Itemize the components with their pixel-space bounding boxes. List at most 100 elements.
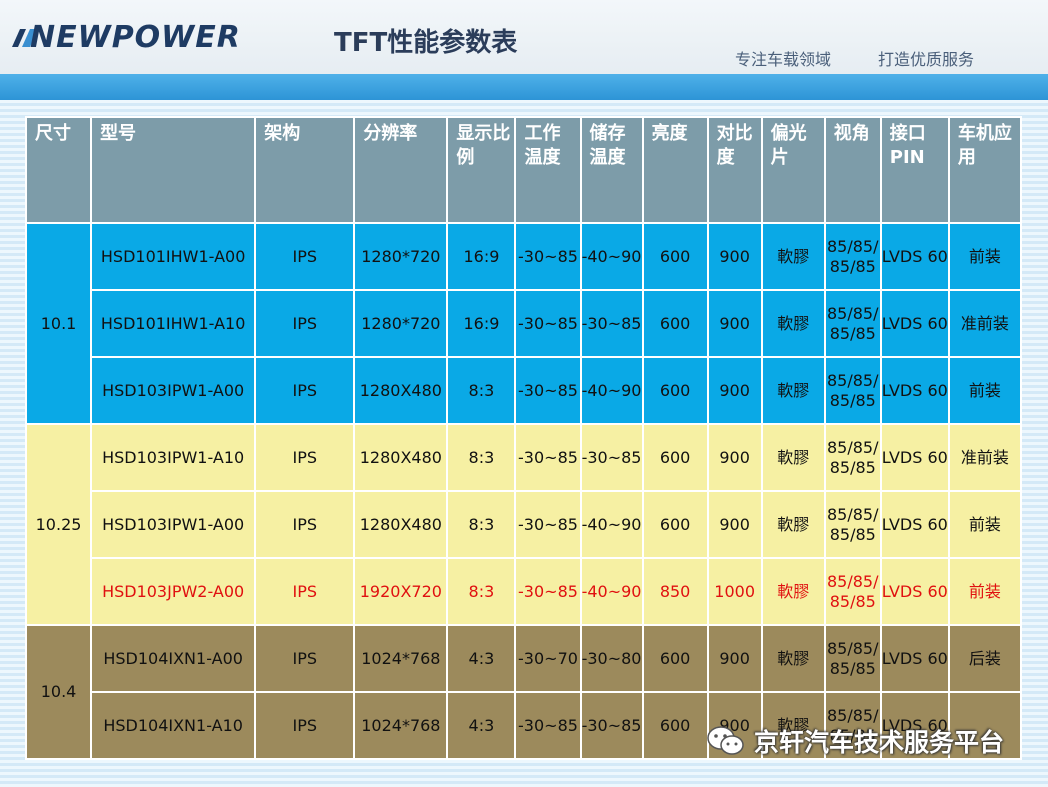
polarizer-cell: 軟膠 [760,557,826,626]
view-angle-cell: 85/85/ 85/85 [823,423,882,492]
application-cell: 前装 [947,490,1023,559]
resolution-cell: 1280*720 [353,222,449,291]
view-angle-cell: 85/85/ 85/85 [823,356,882,425]
header-band [0,74,1048,100]
interface-cell: LVDS 60 [879,490,950,559]
arch-cell: IPS [254,624,356,693]
work-temp-cell: -30~70 [514,624,582,693]
brightness-cell: 850 [641,557,709,626]
col-store-temp-header: 储存温度 [579,116,644,224]
view-angle-cell: 85/85/ 85/85 [823,490,882,559]
resolution-cell: 1280X480 [353,490,449,559]
arch-cell: IPS [254,356,356,425]
interface-cell: LVDS 60 [879,624,950,693]
brightness-cell: 600 [641,691,709,760]
header-bar: NEWPOWER TFT性能参数表 专注车载领域 打造优质服务 [0,0,1048,74]
resolution-cell: 1024*768 [353,624,449,693]
col-ratio-header: 显示比例 [446,116,517,224]
contrast-cell: 900 [706,356,763,425]
polarizer-cell: 軟膠 [760,423,826,492]
brand-logo: NEWPOWER [30,20,241,55]
arch-cell: IPS [254,490,356,559]
slogan-left: 专注车载领域 [735,50,832,69]
tft-spec-table: 尺寸 型号 架构 分辨率 显示比例 工作温度 储存温度 亮度 对比度 偏光片 视角 接口PIN 车机应用… [24,116,1023,760]
contrast-cell: 1000 [706,557,763,626]
work-temp-cell: -30~85 [514,423,582,492]
model-cell: HSD103IPW1-A00 [90,490,257,559]
model-cell: HSD103JPW2-A00 [90,557,257,626]
arch-cell: IPS [254,557,356,626]
table-row: 10.25 HSD103IPW1-A10 IPS 1280X480 8:3 -30~85-… [24,423,1023,626]
application-cell: 前装 [947,356,1023,425]
store-temp-cell: -30~85 [579,691,644,760]
table-row: HSD103JPW2-A00 IPS 1920X720 8:3 -30~85 -40~90… [26,557,1023,626]
resolution-cell: 1024*768 [353,691,449,760]
ratio-cell: 8:3 [446,423,517,492]
col-model-header: 型号 [90,116,257,224]
col-size-header: 尺寸 [24,116,93,224]
resolution-cell: 1280*720 [353,289,449,358]
table-header-row: 尺寸 型号 架构 分辨率 显示比例 工作温度 储存温度 亮度 对比度 偏光片 视角 接口PIN 车机应用 [24,116,1023,224]
arch-cell: IPS [254,423,356,492]
col-view-angle-header: 视角 [823,116,882,224]
arch-cell: IPS [254,289,356,358]
watermark-text: 京轩汽车技术服务平台 [754,728,1005,757]
table-row: 10.1 HSD101IHW1-A00 IPS 1280*720 16:9 -30~85-… [24,222,1023,425]
table-row: HSD103IPW1-A00 IPS 1280X480 8:3 -30~85 -40~90… [26,490,1023,559]
size-cell: 10.25 [24,423,93,626]
application-cell: 准前装 [947,423,1023,492]
store-temp-cell: -40~90 [579,356,644,425]
store-temp-cell: -30~85 [579,289,644,358]
col-work-temp-header: 工作温度 [514,116,582,224]
interface-cell: LVDS 60 [879,423,950,492]
arch-cell: IPS [254,222,356,291]
polarizer-cell: 軟膠 [760,490,826,559]
polarizer-cell: 軟膠 [760,356,826,425]
table-row: HSD103IPW1-A00 IPS 1280X480 8:3 -30~85 -40~90… [26,356,1023,425]
work-temp-cell: -30~85 [514,691,582,760]
ratio-cell: 8:3 [446,557,517,626]
col-resolution-header: 分辨率 [353,116,449,224]
work-temp-cell: -30~85 [514,222,582,291]
col-brightness-header: 亮度 [641,116,709,224]
ratio-cell: 16:9 [446,289,517,358]
view-angle-cell: 85/85/ 85/85 [823,222,882,291]
contrast-cell: 900 [706,289,763,358]
model-cell: HSD103IPW1-A00 [90,356,257,425]
size-cell: 10.4 [24,624,93,760]
interface-cell: LVDS 60 [879,289,950,358]
application-cell: 后装 [947,624,1023,693]
interface-cell: LVDS 60 [879,557,950,626]
view-angle-cell: 85/85/ 85/85 [823,289,882,358]
store-temp-cell: -30~85 [579,423,644,492]
contrast-cell: 900 [706,624,763,693]
col-application-header: 车机应用 [947,116,1023,224]
brightness-cell: 600 [641,423,709,492]
wechat-icon [707,726,744,755]
table-body: 10.1 HSD101IHW1-A00 IPS 1280*720 16:9 -30~85-… [24,222,1023,760]
work-temp-cell: -30~85 [514,490,582,559]
brightness-cell: 600 [641,624,709,693]
store-temp-cell: -40~90 [579,490,644,559]
brightness-cell: 600 [641,222,709,291]
col-arch-header: 架构 [254,116,356,224]
col-polarizer-header: 偏光片 [760,116,826,224]
polarizer-cell: 軟膠 [760,222,826,291]
model-cell: HSD104IXN1-A10 [90,691,257,760]
brightness-cell: 600 [641,490,709,559]
resolution-cell: 1280X480 [353,356,449,425]
slogan-right: 打造优质服务 [878,50,975,69]
store-temp-cell: -40~90 [579,222,644,291]
ratio-cell: 16:9 [446,222,517,291]
table-row: 10.4 HSD104IXN1-A00 IPS 1024*768 4:3 -30~70 -3… [24,624,1023,760]
polarizer-cell: 軟膠 [760,289,826,358]
contrast-cell: 900 [706,222,763,291]
model-cell: HSD103IPW1-A10 [90,423,257,492]
model-cell: HSD101IHW1-A00 [90,222,257,291]
model-cell: HSD104IXN1-A00 [90,624,257,693]
table-row: HSD101IHW1-A10 IPS 1280*720 16:9 -30~85 -30~8… [26,289,1023,358]
ratio-cell: 4:3 [446,691,517,760]
arch-cell: IPS [254,691,356,760]
ratio-cell: 8:3 [446,490,517,559]
interface-cell: LVDS 60 [879,356,950,425]
